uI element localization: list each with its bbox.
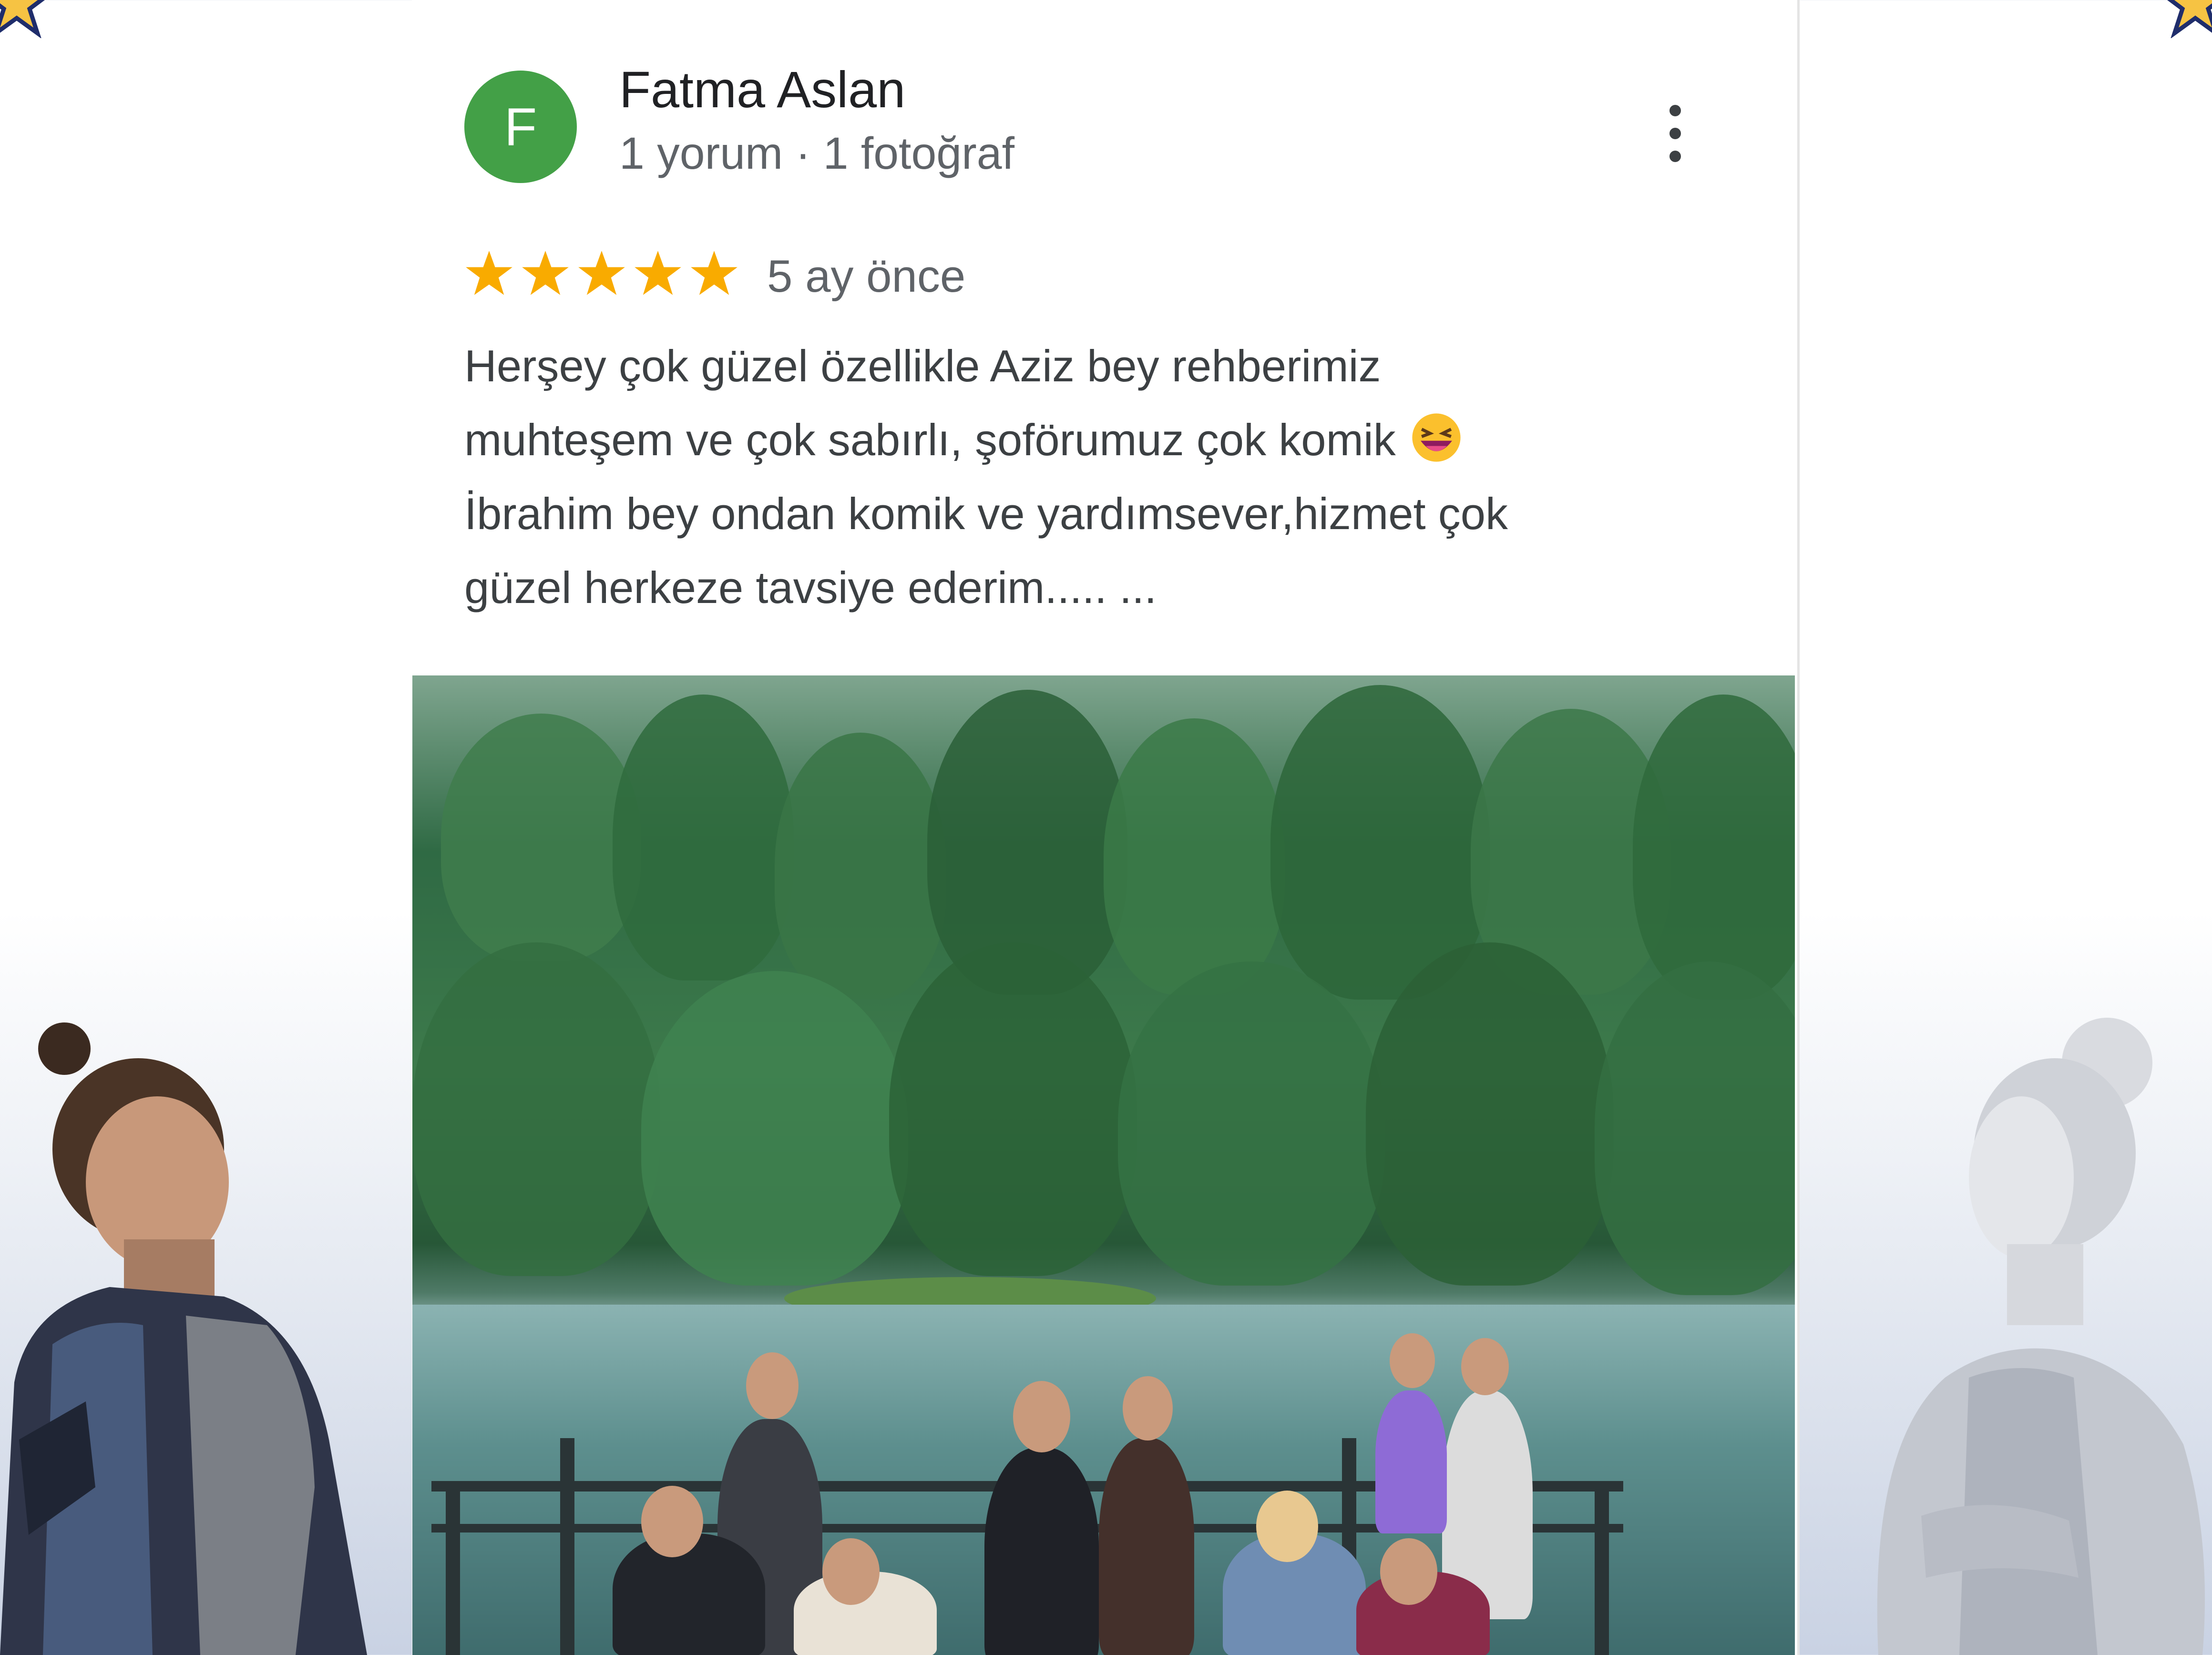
star-rating — [464, 249, 739, 298]
avatar[interactable]: F — [464, 71, 577, 183]
review-time: 5 ay önce — [767, 251, 966, 302]
review-line: İbrahim bey ondan komik ve yardımsever,h… — [464, 489, 1508, 539]
star-icon — [635, 251, 681, 295]
author-name[interactable]: Fatma Aslan — [619, 60, 905, 119]
star-icon — [691, 251, 737, 295]
review-photo[interactable] — [412, 675, 1795, 1655]
review-line: Herşey çok güzel özellikle Aziz bey rehb… — [464, 341, 1381, 391]
corner-star-icon-left — [0, 0, 45, 38]
grinning-squinting-face-emoji — [1412, 413, 1461, 462]
author-meta: 1 yorum · 1 fotoğraf — [619, 128, 1014, 179]
more-vert-icon[interactable] — [1661, 105, 1690, 162]
corner-star-icon-right — [2167, 0, 2212, 38]
review-text: Herşey çok güzel özellikle Aziz bey rehb… — [464, 329, 1656, 624]
star-icon — [522, 251, 569, 295]
statue-figure-right — [1877, 1018, 2205, 1655]
star-icon — [466, 251, 512, 295]
person-figure-left — [0, 1022, 367, 1655]
star-icon — [578, 251, 625, 295]
review-line: muhteşem ve çok sabırlı, şoförumuz çok k… — [464, 403, 1656, 477]
review-line: güzel herkeze tavsiye ederim..... ... — [464, 562, 1157, 613]
